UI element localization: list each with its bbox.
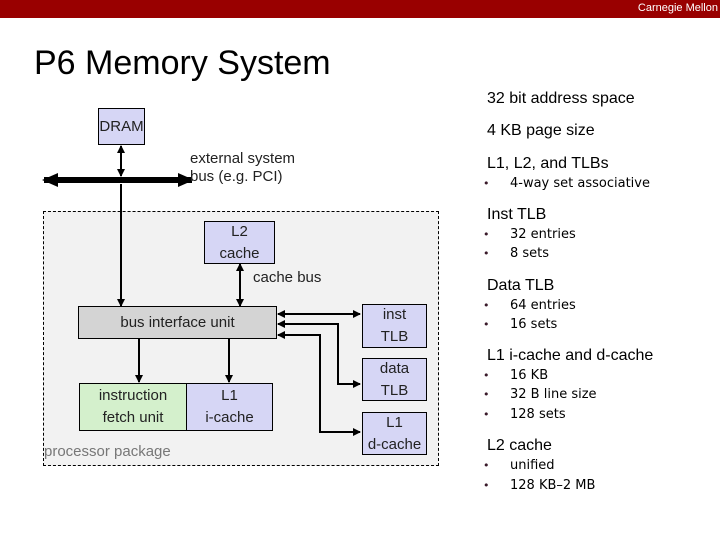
page-size-heading: 4 KB page size (487, 122, 595, 139)
bullet-icon: • (483, 479, 490, 492)
bullet-text: 16 KB (510, 368, 549, 383)
bullet-text: 128 sets (510, 407, 566, 422)
bullet-icon: • (483, 369, 490, 382)
spec-heading-l2: L2 cache (487, 437, 552, 454)
bullet-text: 64 entries (510, 298, 576, 313)
dram-label: DRAM (99, 117, 144, 135)
instruction-fetch-label-line2: fetch unit (102, 409, 164, 426)
bus-interface-unit-box: bus interface unit (78, 306, 277, 339)
bullet-icon: • (483, 318, 490, 331)
l2-cache-label-line2: cache (219, 244, 260, 262)
l2-cache-box: L2 cache (204, 221, 275, 264)
inst-tlb-label-line1: inst (382, 306, 407, 323)
bullet-icon: • (483, 177, 490, 190)
spec-bullet: • 32 B line size (483, 387, 597, 402)
spec-heading-inst-tlb: Inst TLB (487, 206, 547, 223)
spec-bullet: • 128 sets (483, 407, 566, 422)
spec-heading-l1: L1 i-cache and d-cache (487, 347, 654, 364)
spec-bullet: • 32 entries (483, 227, 576, 242)
processor-package-label: processor package (44, 443, 171, 460)
spec-heading-assoc: L1, L2, and TLBs (487, 155, 609, 172)
bullet-icon: • (483, 408, 490, 421)
bullet-icon: • (483, 459, 490, 472)
bullet-icon: • (483, 299, 490, 312)
bullet-icon: • (483, 228, 490, 241)
external-bus-label: external system bus (e.g. PCI) (190, 150, 295, 186)
l1-icache-label-line2: i-cache (205, 409, 254, 426)
bullet-text: 8 sets (510, 246, 550, 261)
address-space-heading: 32 bit address space (487, 90, 635, 107)
l1-dcache-label-line1: L1 (386, 413, 403, 431)
l1-dcache-box: L1 d-cache (362, 412, 427, 455)
spec-bullet: • 4-way set associative (483, 176, 650, 191)
bullet-text: 128 KB–2 MB (510, 478, 596, 493)
bus-interface-unit-label: bus interface unit (120, 313, 235, 331)
bullet-icon: • (483, 388, 490, 401)
inst-tlb-label-line2: TLB (380, 328, 409, 345)
spec-bullet: • 128 KB–2 MB (483, 478, 595, 493)
cache-bus-label: cache bus (253, 269, 322, 286)
spec-bullet: • unified (483, 458, 555, 473)
bullet-text: 16 sets (510, 317, 558, 332)
spec-bullet: • 16 sets (483, 317, 557, 332)
external-bus-label-line2: bus (e.g. PCI) (190, 168, 283, 185)
spec-heading-data-tlb: Data TLB (487, 277, 555, 294)
spec-bullet: • 8 sets (483, 246, 549, 261)
instruction-fetch-label-line1: instruction (98, 387, 168, 404)
dram-box: DRAM (98, 108, 145, 145)
bullet-text: unified (510, 458, 555, 473)
spec-bullet: • 64 entries (483, 298, 576, 313)
data-tlb-label-line2: TLB (380, 381, 409, 399)
data-tlb-label-line1: data (379, 359, 410, 377)
l1-dcache-label-line2: d-cache (367, 435, 422, 453)
l2-cache-label-line1: L2 (231, 222, 248, 240)
l1-icache-label-line1: L1 (221, 387, 238, 404)
external-bus-label-line1: external system (190, 150, 296, 167)
memory-system-diagram: DRAM external system bus (e.g. PCI) L2 c… (0, 0, 720, 540)
data-tlb-box: data TLB (362, 358, 427, 401)
bullet-icon: • (483, 247, 490, 260)
bullet-text: 32 B line size (510, 387, 597, 402)
inst-tlb-box: inst TLB (362, 304, 427, 348)
l1-icache-box: L1 i-cache (186, 383, 273, 431)
spec-bullet: • 16 KB (483, 368, 548, 383)
bullet-text: 32 entries (510, 227, 576, 242)
bullet-text: 4-way set associative (510, 176, 650, 191)
instruction-fetch-unit-box: instruction fetch unit (79, 383, 187, 431)
